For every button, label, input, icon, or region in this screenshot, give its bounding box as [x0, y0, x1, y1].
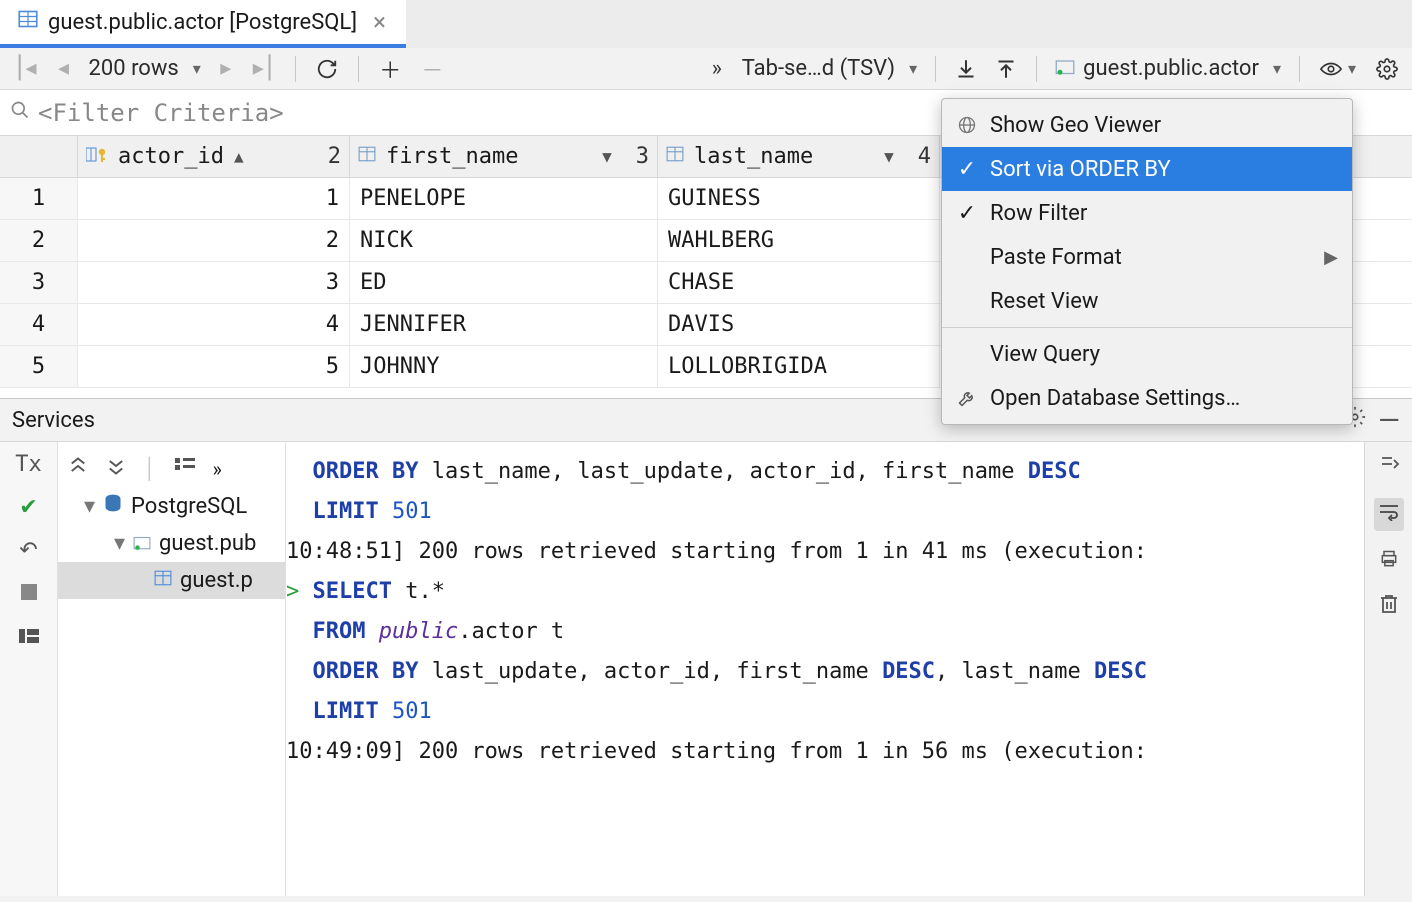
services-right-toolbar: [1364, 442, 1412, 896]
tx-button[interactable]: Tx: [15, 452, 42, 477]
column-first-name[interactable]: first_name ▼ 3: [350, 136, 658, 177]
services-panel-body: Tx ✔ ↶ │ » ▾ PostgreSQL ▾: [0, 442, 1412, 896]
column-last-name[interactable]: last_name ▼ 4: [658, 136, 940, 177]
collapse-all-icon[interactable]: [106, 456, 126, 481]
menu-sort-via-order-by[interactable]: ✓ Sort via ORDER BY: [942, 147, 1352, 191]
prev-page-button[interactable]: ◂: [47, 52, 81, 86]
trash-icon[interactable]: [1379, 593, 1399, 621]
column-icon: [358, 144, 376, 169]
tree-table[interactable]: guest.p: [58, 562, 285, 599]
tab-title: guest.public.actor [PostgreSQL]: [48, 10, 357, 35]
pk-column-icon: [86, 144, 108, 170]
schema-chooser[interactable]: guest.public.actor: [1047, 56, 1289, 81]
settings-popup-menu: Show Geo Viewer ✓ Sort via ORDER BY ✓ Ro…: [941, 98, 1353, 425]
chevron-right-icon: ▶: [1324, 247, 1338, 268]
settings-button[interactable]: [1366, 52, 1408, 86]
tab-actor[interactable]: guest.public.actor [PostgreSQL] ×: [0, 0, 406, 48]
extractor-dropdown[interactable]: Tab-se…d (TSV): [734, 56, 925, 81]
last-page-button[interactable]: ▸⎮: [243, 52, 286, 86]
services-tree: │ » ▾ PostgreSQL ▾ guest.pub guest.p: [58, 442, 286, 896]
menu-show-geo-viewer[interactable]: Show Geo Viewer: [942, 103, 1352, 147]
table-icon: [154, 568, 172, 593]
stop-button[interactable]: [21, 581, 37, 606]
chevron-down-icon: ▾: [114, 531, 125, 556]
check-icon: ✓: [956, 201, 978, 226]
globe-icon: [956, 115, 978, 135]
rollback-button[interactable]: ↶: [19, 538, 37, 563]
column-actor-id[interactable]: actor_id ▲ 2: [78, 136, 350, 177]
menu-view-query[interactable]: View Query: [942, 332, 1352, 376]
add-row-button[interactable]: ＋: [369, 52, 411, 86]
layout-button[interactable]: [19, 624, 39, 649]
services-left-toolbar: Tx ✔ ↶: [0, 442, 58, 896]
data-toolbar: ⎮◂ ◂ 200 rows ▸ ▸⎮ ＋ － » Tab-se…d (TSV) …: [0, 48, 1412, 90]
view-mode-button[interactable]: [1310, 52, 1366, 86]
column-icon: [666, 144, 684, 169]
commit-button[interactable]: ✔: [19, 495, 37, 520]
menu-row-filter[interactable]: ✓ Row Filter: [942, 191, 1352, 235]
tree-datasource[interactable]: ▾ guest.pub: [58, 525, 285, 562]
chevron-down-icon: ▾: [84, 494, 95, 519]
first-page-button[interactable]: ⎮◂: [4, 52, 47, 86]
tab-close-button[interactable]: ×: [367, 8, 392, 36]
soft-wrap-icon[interactable]: [1374, 498, 1404, 531]
postgres-icon: [103, 493, 123, 519]
remove-row-button[interactable]: －: [411, 52, 453, 86]
sort-desc-icon: ▼: [602, 147, 612, 166]
next-page-button[interactable]: ▸: [209, 52, 243, 86]
more-icon[interactable]: »: [213, 457, 222, 481]
wrench-icon: [956, 388, 978, 408]
more-actions-button[interactable]: »: [700, 52, 734, 86]
datasource-icon: [1055, 56, 1075, 81]
sort-desc-icon: ▼: [884, 147, 894, 166]
datasource-icon: [133, 531, 151, 556]
tree-postgres-root[interactable]: ▾ PostgreSQL: [58, 487, 285, 525]
row-count-dropdown[interactable]: 200 rows: [81, 56, 209, 81]
editor-tabs: guest.public.actor [PostgreSQL] ×: [0, 0, 1412, 48]
scroll-to-end-icon[interactable]: [1378, 454, 1400, 480]
services-output[interactable]: ORDER BY last_name, last_update, actor_i…: [286, 442, 1364, 896]
sort-asc-icon: ▲: [234, 147, 244, 166]
row-number-header: [0, 136, 78, 177]
expand-all-icon[interactable]: [68, 456, 88, 481]
reload-button[interactable]: [306, 52, 348, 86]
group-icon[interactable]: [175, 457, 195, 481]
import-button[interactable]: [986, 52, 1026, 86]
minimize-button[interactable]: —: [1378, 404, 1400, 437]
check-icon: ✓: [956, 157, 978, 182]
menu-open-db-settings[interactable]: Open Database Settings…: [942, 376, 1352, 420]
export-button[interactable]: [946, 52, 986, 86]
menu-reset-view[interactable]: Reset View: [942, 279, 1352, 323]
services-title: Services: [12, 408, 95, 433]
search-icon: [10, 100, 30, 126]
menu-paste-format[interactable]: Paste Format ▶: [942, 235, 1352, 279]
table-icon: [18, 9, 38, 35]
print-icon[interactable]: [1378, 549, 1400, 575]
